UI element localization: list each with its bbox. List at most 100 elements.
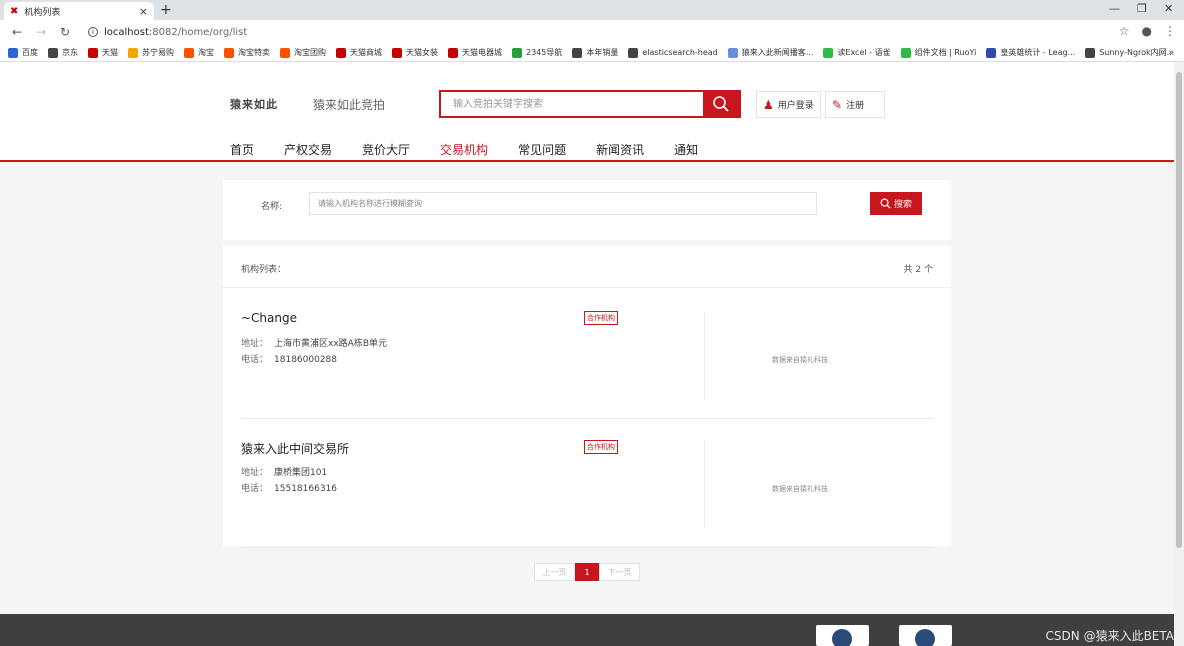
watermark: CSDN @猿来入此BETA (1045, 629, 1174, 643)
site-search-button[interactable] (703, 92, 739, 116)
nav-item[interactable]: 通知 (674, 141, 698, 158)
bookmark-item[interactable]: 2345导航 (512, 47, 562, 58)
login-button[interactable]: ♟ 用户登录 (756, 91, 821, 118)
filter-search-button[interactable]: 搜索 (870, 192, 922, 215)
bookmark-label: 淘宝特卖 (238, 48, 270, 57)
tab-close-icon[interactable]: × (139, 5, 148, 18)
back-arrow-icon[interactable]: ← (10, 25, 24, 39)
bookmark-item[interactable]: 猿来入此新闻播客... (727, 47, 813, 58)
next-page-button[interactable]: 下一页 (599, 563, 640, 581)
bookmark-item[interactable]: elasticsearch-head (628, 47, 718, 58)
nav-item[interactable]: 竞价大厅 (362, 141, 410, 158)
bookmark-label: 本年销量 (586, 48, 619, 57)
bookmark-item[interactable]: Sunny-Ngrok内网... (1085, 47, 1174, 58)
filter-search-label: 搜索 (893, 200, 912, 210)
org-phone: 电话： 15518166316 (241, 481, 337, 494)
bookmark-favicon-icon (1085, 47, 1096, 58)
bookmark-item[interactable]: 苏宁易购 (128, 47, 174, 58)
search-icon (713, 96, 729, 112)
org-name[interactable]: 猿来入此中间交易所 (241, 440, 349, 457)
nav-item[interactable]: 常见问题 (518, 141, 566, 158)
bookmark-favicon-icon (88, 47, 98, 58)
bookmark-favicon-icon (280, 47, 290, 58)
page-scrollbar[interactable] (1174, 62, 1184, 646)
site-info-icon[interactable]: i (88, 27, 98, 37)
bookmark-favicon-icon (184, 47, 194, 58)
org-name-input[interactable] (309, 192, 817, 215)
column-divider (704, 311, 705, 399)
nav-item[interactable]: 新闻资讯 (596, 141, 644, 158)
bookmark-item[interactable]: 天猫商城 (336, 47, 382, 58)
new-tab-button[interactable]: + (160, 2, 172, 18)
phone-key: 电话： (241, 484, 269, 494)
bookmark-item[interactable]: 淘宝团购 (280, 47, 326, 58)
bookmark-star-icon[interactable]: ☆ (1119, 24, 1130, 38)
site-search-input[interactable] (441, 92, 703, 116)
bookmark-item[interactable]: 百度 (8, 47, 38, 58)
org-count: 共 2 个 (903, 265, 933, 275)
site-logo[interactable]: 猿来如此 (230, 96, 278, 112)
url-field[interactable]: i localhost:8082/home/org/list (88, 27, 247, 38)
page-1-button[interactable]: 1 (575, 563, 599, 581)
scrollbar-thumb[interactable] (1176, 72, 1182, 548)
site-favicon-icon: ✖ (10, 5, 19, 17)
org-list-item[interactable]: 猿来入此中间交易所 合作机构 地址： 康桥集团101 电话： 15518166316 数据来… (241, 420, 933, 548)
org-name[interactable]: ~Change (241, 311, 297, 325)
bookmark-item[interactable]: 京东 (48, 47, 78, 58)
login-label: 用户登录 (777, 101, 814, 111)
bookmark-favicon-icon (900, 47, 911, 58)
bookmark-item[interactable]: 淘宝特卖 (224, 47, 270, 58)
bookmark-item[interactable]: 淘宝 (184, 47, 214, 58)
filter-name-label: 名称: (261, 202, 283, 212)
search-icon (880, 198, 891, 209)
bookmark-label: Sunny-Ngrok内网... (1099, 48, 1175, 57)
register-label: 注册 (846, 101, 865, 111)
url-path: :8082/home/org/list (148, 26, 248, 38)
org-list-title: 机构列表： (241, 265, 287, 275)
nav-item[interactable]: 首页 (230, 141, 254, 158)
data-source-note: 数据来自猿礼科技 (772, 356, 828, 364)
bookmark-favicon-icon (8, 47, 18, 58)
bookmark-favicon-icon (48, 47, 58, 58)
org-list-header: 机构列表： 共 2 个 (223, 246, 951, 288)
reload-icon[interactable]: ↻ (58, 25, 72, 39)
bookmark-favicon-icon (128, 47, 138, 58)
bookmark-label: elasticsearch-head (642, 48, 718, 57)
register-button[interactable]: ✎ 注册 (825, 91, 885, 118)
bookmark-label: 天猫商城 (350, 48, 382, 57)
phone-value: 15518166316 (274, 484, 338, 494)
bookmarks-more-icon[interactable]: » (1168, 48, 1174, 58)
browser-tab[interactable]: ✖ 机构列表 × (4, 2, 154, 20)
bookmark-item[interactable]: 读Excel - 语雀 (823, 47, 891, 58)
bookmark-favicon-icon (727, 47, 738, 58)
pencil-icon: ✎ (832, 97, 843, 112)
forward-arrow-icon[interactable]: → (34, 25, 48, 39)
org-address: 地址： 上海市黄浦区xx路A栋B单元 (241, 336, 387, 349)
minimize-icon[interactable]: — (1109, 2, 1120, 15)
org-list-panel: 机构列表： 共 2 个 ~Change 合作机构 地址： 上海市黄浦区xx路A栋B单元… (223, 246, 951, 548)
pagination: 上一页 1 下一页 (534, 563, 640, 581)
bookmark-item[interactable]: 组件文档 | RuoYi (900, 47, 976, 58)
bookmark-item[interactable]: 本年销量 (572, 47, 618, 58)
bookmark-item[interactable]: 天猫女装 (392, 47, 438, 58)
bookmark-item[interactable]: 皇英雄统计 - Leag... (986, 47, 1075, 58)
restore-icon[interactable]: ❐ (1137, 2, 1147, 15)
tab-title: 机构列表 (24, 7, 61, 18)
browser-tab-bar: ✖ 机构列表 × + — ❐ ✕ (0, 0, 1184, 20)
bookmark-item[interactable]: 天猫电器城 (448, 47, 502, 58)
bookmark-item[interactable]: 天猫 (88, 47, 118, 58)
address-key: 地址： (241, 468, 269, 478)
bookmark-label: 百度 (22, 48, 38, 57)
profile-icon[interactable]: ● (1142, 24, 1152, 38)
qr-code-image (899, 625, 952, 646)
org-list-item[interactable]: ~Change 合作机构 地址： 上海市黄浦区xx路A栋B单元 电话： 181860002… (241, 291, 933, 419)
bookmark-label: 淘宝团购 (294, 48, 326, 57)
window-close-icon[interactable]: ✕ (1164, 2, 1173, 15)
bookmark-favicon-icon (512, 47, 522, 58)
bookmark-label: 皇英雄统计 - Leag... (1000, 48, 1076, 57)
bookmark-label: 2345导航 (526, 48, 563, 57)
browser-menu-icon[interactable]: ⋮ (1164, 24, 1176, 38)
nav-item[interactable]: 交易机构 (440, 141, 488, 158)
prev-page-button[interactable]: 上一页 (534, 563, 575, 581)
nav-item[interactable]: 产权交易 (284, 141, 332, 158)
